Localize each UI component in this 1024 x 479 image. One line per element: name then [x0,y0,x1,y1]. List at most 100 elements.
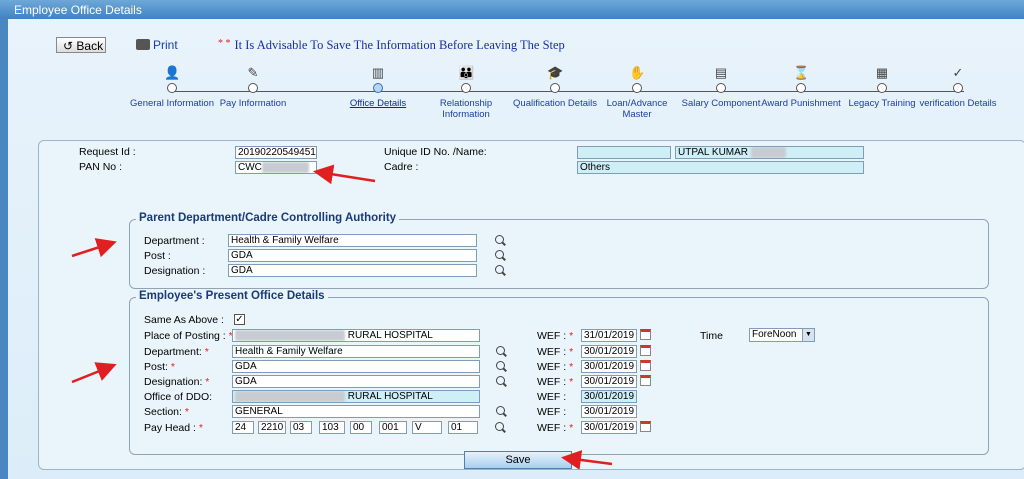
search-icon[interactable] [496,361,505,370]
save-button[interactable]: Save [464,451,572,469]
step-pay-information[interactable]: ✎ Pay Information [208,65,298,110]
post-field[interactable]: GDA [232,360,480,373]
back-button[interactable]: ↺ Back [56,37,106,53]
post-label: Post: * [144,361,175,373]
left-strip [0,19,8,479]
parent-dept-legend: Parent Department/Cadre Controlling Auth… [136,212,400,224]
request-id-label: Request Id : [79,146,136,158]
cadre-field[interactable]: Others [577,161,864,174]
designation-field[interactable]: GDA [232,375,480,388]
place-of-posting-field[interactable]: xxxxxxxxxxxxxxxxxxxxxx RURAL HOSPITAL [232,329,480,342]
person-icon: 👤 [164,65,181,80]
graduation-cap-icon: 🎓 [547,65,564,80]
parent-department-field[interactable]: Health & Family Welfare [228,234,477,247]
print-button[interactable]: Print [136,38,178,52]
step-verification-details[interactable]: ✓ verification Details [913,65,1003,110]
unique-id-field[interactable] [577,146,671,159]
payhead-label: Pay Head : * [144,422,203,434]
payhead-part[interactable]: 01 [448,421,478,434]
step-salary-component[interactable]: ▤ Salary Component [676,65,766,110]
payhead-part[interactable]: V [412,421,442,434]
wef-ddo-date[interactable]: 30/01/2019 [581,390,637,403]
section-label: Section: * [144,406,189,418]
ddo-label: Office of DDO: [144,391,213,403]
chevron-down-icon: ▼ [802,329,814,341]
parent-post-label: Post : [144,250,171,262]
pan-label: PAN No : [79,161,122,173]
payhead-part[interactable]: 2210 [258,421,286,434]
advisory-text: * * It Is Advisable To Save The Informati… [218,38,565,52]
details-panel: Request Id : 20190220549451 PAN No : CWC… [38,140,1024,470]
wef-label: WEF : * [537,422,574,434]
checkmark-icon: ✓ [952,65,964,80]
step-relationship-information[interactable]: 👪 Relationship Information [421,65,511,121]
request-id-field[interactable]: 20190220549451 [235,146,317,159]
window-title: Employee Office Details [0,0,1024,19]
back-icon: ↺ [63,39,77,53]
wef-label: WEF : * [537,361,574,373]
search-icon[interactable] [496,406,505,415]
payhead-part[interactable]: 001 [379,421,407,434]
calendar-icon[interactable] [640,329,651,340]
calendar-icon[interactable] [640,345,651,356]
wef-label: WEF : [537,391,567,403]
wef-label: WEF : * [537,346,574,358]
money-icon: ✎ [247,65,259,80]
building-icon: ▥ [371,65,385,80]
hourglass-icon: ⌛ [793,65,810,80]
search-icon[interactable] [495,250,504,259]
present-office-legend: Employee's Present Office Details [136,290,328,302]
designation-label: Designation: * [144,376,210,388]
hand-money-icon: ✋ [629,65,646,80]
step-award-punishment[interactable]: ⌛ Award Punishment [756,65,846,110]
printer-icon [136,39,150,50]
wef-label: WEF : * [537,376,574,388]
parent-dept-fieldset: Parent Department/Cadre Controlling Auth… [129,212,989,289]
office-of-ddo-field[interactable]: xxxxxxxxxxxxxxxxxxxxxx RURAL HOSPITAL [232,390,480,403]
search-icon[interactable] [496,376,505,385]
unique-id-label: Unique ID No. /Name: [384,146,487,158]
step-loan-advance-master[interactable]: ✋ Loan/Advance Master [592,65,682,121]
wef-label: WEF : * [537,330,574,342]
calculator-icon: ▤ [714,65,728,80]
search-icon[interactable] [495,265,504,274]
department-label: Department: * [144,346,209,358]
calendar-icon[interactable] [640,421,651,432]
parent-department-label: Department : [144,235,205,247]
cadre-label: Cadre : [384,161,419,173]
payhead-part[interactable]: 24 [232,421,254,434]
wef-payhead-date[interactable]: 30/01/2019 [581,421,637,434]
family-icon: 👪 [458,65,475,80]
posting-label: Place of Posting : * [144,330,233,342]
wef-label: WEF : [537,406,567,418]
wef-posting-date[interactable]: 31/01/2019 [581,329,637,342]
calendar-icon[interactable] [640,360,651,371]
present-office-fieldset: Employee's Present Office Details Same A… [129,290,989,455]
time-select[interactable]: ForeNoon ▼ [749,328,815,342]
step-general-information[interactable]: 👤 General Information [127,65,217,110]
payhead-part[interactable]: 103 [319,421,345,434]
same-as-above-label: Same As Above : [144,314,224,326]
wef-post-date[interactable]: 30/01/2019 [581,360,637,373]
wef-designation-date[interactable]: 30/01/2019 [581,375,637,388]
payhead-part[interactable]: 00 [350,421,372,434]
search-icon[interactable] [495,422,504,431]
step-qualification-details[interactable]: 🎓 Qualification Details [510,65,600,110]
employee-name-field[interactable]: UTPAL KUMAR xxxxxxx [675,146,864,159]
same-as-above-checkbox[interactable]: ✓ [234,314,245,325]
parent-designation-field[interactable]: GDA [228,264,477,277]
time-label: Time [700,330,723,342]
chart-icon: ▦ [875,65,889,80]
payhead-part[interactable]: 03 [290,421,312,434]
pan-field[interactable]: CWCXXXXXXX [235,161,317,174]
department-field[interactable]: Health & Family Welfare [232,345,480,358]
wef-department-date[interactable]: 30/01/2019 [581,345,637,358]
search-icon[interactable] [496,346,505,355]
calendar-icon[interactable] [640,375,651,386]
step-office-details[interactable]: ▥ Office Details [333,65,423,110]
search-icon[interactable] [495,235,504,244]
main-area: ↺ Back Print * * It Is Advisable To Save … [8,19,1024,479]
parent-post-field[interactable]: GDA [228,249,477,262]
section-field[interactable]: GENERAL [232,405,480,418]
wef-section-date[interactable]: 30/01/2019 [581,405,637,418]
